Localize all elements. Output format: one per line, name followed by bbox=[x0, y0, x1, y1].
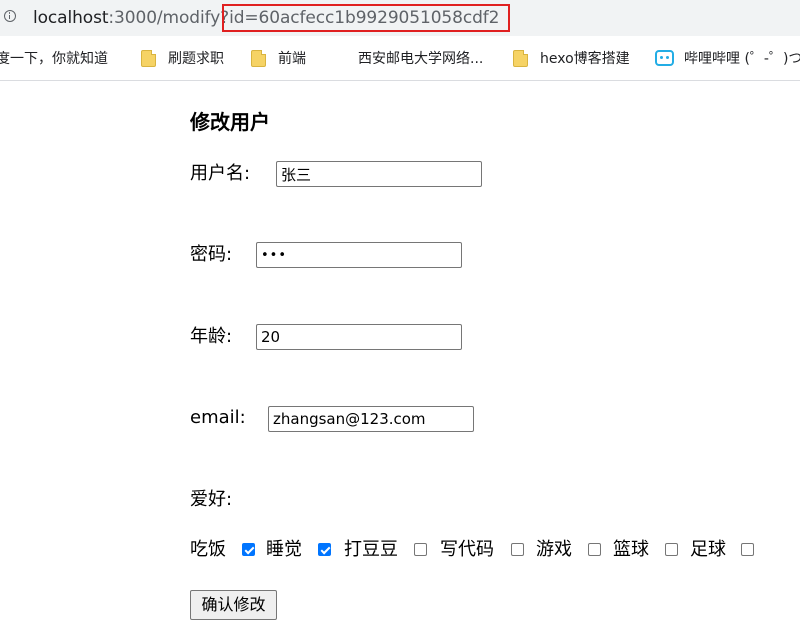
bookmark-folder-shuati[interactable]: 刷题求职 bbox=[141, 36, 224, 80]
age-label: 年龄: bbox=[190, 326, 233, 347]
hobby-checkbox-eat[interactable] bbox=[242, 543, 255, 556]
folder-icon bbox=[513, 49, 528, 67]
bookmark-label: 西安邮电大学网络... bbox=[358, 51, 484, 67]
hobby-label-basketball: 篮球 bbox=[613, 539, 649, 560]
hobby-checkbox-beat-doudou[interactable] bbox=[414, 543, 427, 556]
hobby-checkbox-games[interactable] bbox=[588, 543, 601, 556]
bookmark-baidu[interactable]: 度一下，你就知道 bbox=[0, 36, 108, 80]
bookmarks-bar: 度一下，你就知道 刷题求职 前端 西安邮电大学网络... hexo博客搭建 哔哩… bbox=[0, 36, 800, 81]
bookmark-bilibili[interactable]: 哔哩哔哩 (゜-゜)つ bbox=[655, 36, 800, 80]
bookmark-xupt[interactable]: 西安邮电大学网络... bbox=[358, 36, 483, 80]
confirm-modify-button[interactable]: 确认修改 bbox=[190, 590, 277, 620]
hobby-checkbox-sleep[interactable] bbox=[318, 543, 331, 556]
password-input[interactable] bbox=[256, 242, 462, 268]
bookmark-label: 刷题求职 bbox=[168, 51, 224, 67]
address-bar[interactable]: localhost:3000/modify?id=60acfecc1b99290… bbox=[0, 0, 800, 36]
bookmark-folder-frontend[interactable]: 前端 bbox=[251, 36, 306, 80]
hobby-checkbox-coding[interactable] bbox=[511, 543, 524, 556]
bookmark-label: 哔哩哔哩 (゜-゜)つ bbox=[684, 51, 800, 67]
folder-icon bbox=[141, 49, 156, 67]
hobby-label-football: 足球 bbox=[690, 539, 726, 560]
url-path: :3000/modify bbox=[108, 8, 221, 28]
username-label: 用户名: bbox=[190, 163, 251, 184]
bookmark-folder-hexo[interactable]: hexo博客搭建 bbox=[513, 36, 630, 80]
email-input[interactable] bbox=[268, 406, 474, 432]
hobby-label-beat-doudou: 打豆豆 bbox=[344, 539, 398, 560]
page-title: 修改用户 bbox=[190, 110, 270, 134]
bookmark-label: hexo博客搭建 bbox=[540, 51, 630, 67]
hobby-checkbox-basketball[interactable] bbox=[665, 543, 678, 556]
username-input[interactable] bbox=[276, 161, 482, 187]
hobby-label-sleep: 睡觉 bbox=[266, 539, 302, 560]
hobbies-label: 爱好: bbox=[190, 489, 233, 510]
url-query-highlight-box bbox=[222, 4, 510, 32]
bookmark-label: 前端 bbox=[278, 51, 306, 67]
bookmark-label: 度一下，你就知道 bbox=[0, 51, 108, 67]
age-input[interactable] bbox=[256, 324, 462, 350]
hobby-label-coding: 写代码 bbox=[440, 539, 494, 560]
password-label: 密码: bbox=[190, 244, 233, 265]
url-host: localhost bbox=[33, 8, 109, 28]
info-icon[interactable] bbox=[4, 10, 16, 22]
email-label: email: bbox=[190, 407, 246, 428]
hobby-checkbox-football[interactable] bbox=[741, 543, 754, 556]
hobby-label-games: 游戏 bbox=[536, 539, 572, 560]
folder-icon bbox=[251, 49, 266, 67]
hobby-label-eat: 吃饭 bbox=[190, 539, 226, 560]
bilibili-icon bbox=[655, 50, 674, 66]
